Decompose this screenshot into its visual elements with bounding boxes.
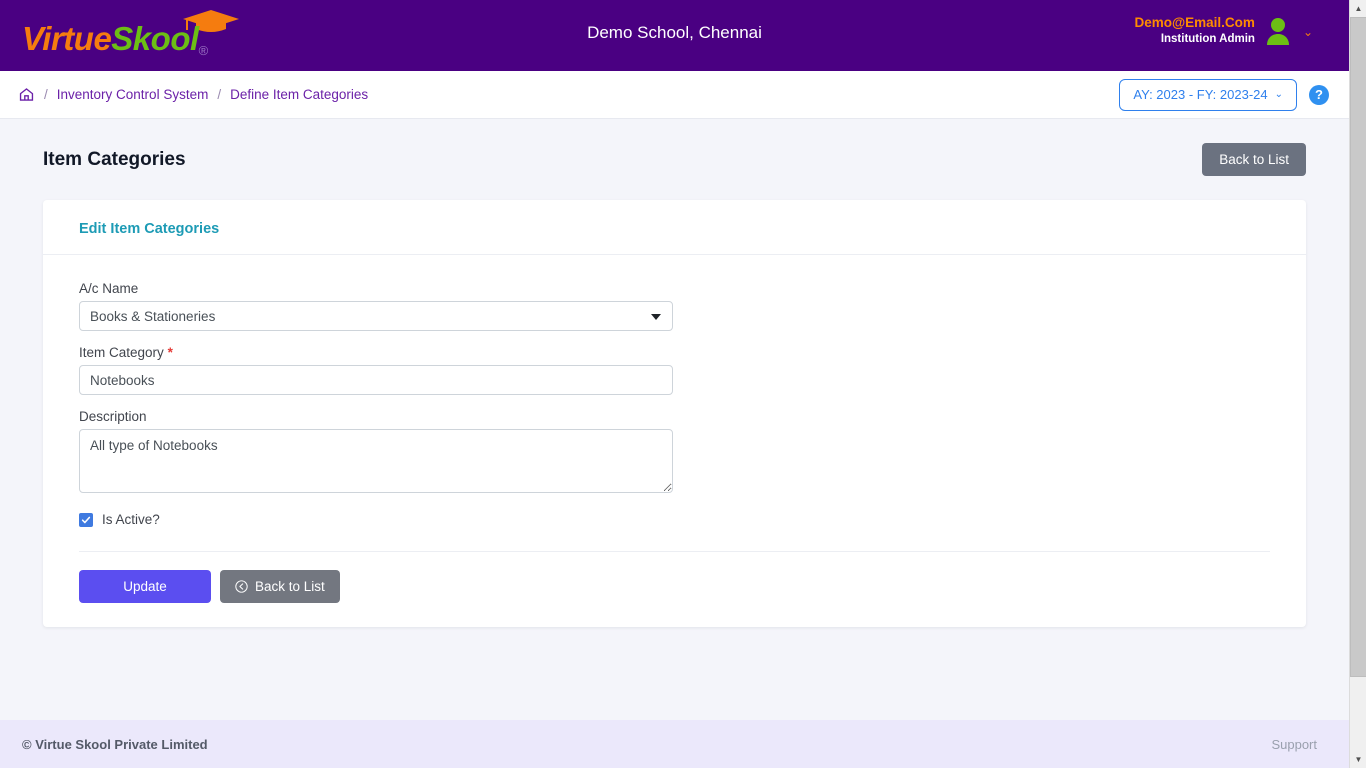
app-viewport: VirtueSkool® Demo School, Chennai Demo@E…	[0, 0, 1366, 768]
item-category-label: Item Category *	[79, 345, 1270, 360]
footer-bar: © Virtue Skool Private Limited Support	[0, 720, 1349, 768]
check-icon	[81, 516, 91, 523]
back-to-list-top-button[interactable]: Back to List	[1202, 143, 1306, 176]
vertical-scrollbar[interactable]: ▲ ▼	[1349, 0, 1366, 768]
page-title: Item Categories	[43, 148, 186, 170]
user-role: Institution Admin	[1160, 33, 1255, 46]
main-content: Item Categories Back to List Edit Item C…	[0, 119, 1349, 720]
is-active-row: Is Active?	[79, 512, 1270, 527]
back-to-list-button[interactable]: Back to List	[220, 570, 340, 603]
user-info: Demo@Email.Com Institution Admin	[1134, 14, 1254, 48]
is-active-label: Is Active?	[102, 512, 160, 527]
card-body: A/c Name Item Category * Description All…	[43, 255, 1306, 535]
breadcrumb-item-inventory-control-system[interactable]: Inventory Control System	[57, 87, 209, 102]
card-header: Edit Item Categories	[43, 200, 1306, 255]
item-category-input[interactable]	[79, 365, 673, 395]
back-to-list-label: Back to List	[255, 579, 325, 594]
breadcrumb-separator: /	[44, 87, 48, 102]
user-email: Demo@Email.Com	[1134, 15, 1255, 30]
registered-mark: ®	[198, 43, 209, 58]
footer-copyright: © Virtue Skool Private Limited	[22, 736, 208, 752]
required-marker: *	[167, 345, 173, 360]
field-ac-name: A/c Name	[79, 281, 1270, 331]
description-textarea[interactable]: All type of Notebooks	[79, 429, 673, 493]
breadcrumb: / Inventory Control System / Define Item…	[18, 86, 368, 103]
card-actions: Update Back to List	[43, 552, 1306, 627]
field-item-category: Item Category *	[79, 345, 1270, 395]
brand-name-skool: Skool	[111, 20, 199, 57]
academic-year-selector[interactable]: AY: 2023 - FY: 2023-24 ⌄	[1119, 78, 1297, 111]
chevron-down-icon[interactable]: ⌄	[1303, 25, 1313, 39]
ac-name-select-wrapper	[79, 301, 673, 331]
brand-name-virtue: Virtue	[22, 20, 112, 57]
help-circle-icon[interactable]: ?	[1309, 84, 1329, 105]
ac-name-select[interactable]	[79, 301, 673, 331]
brand-wordmark: VirtueSkool®	[22, 20, 208, 58]
user-menu[interactable]: Demo@Email.Com Institution Admin ⌄	[1134, 14, 1313, 48]
scroll-down-arrow-icon[interactable]: ▼	[1350, 751, 1366, 768]
chevron-down-icon: ⌄	[1274, 88, 1283, 100]
scroll-up-arrow-icon[interactable]: ▲	[1350, 0, 1366, 17]
academic-year-label: AY: 2023 - FY: 2023-24	[1133, 86, 1268, 102]
breadcrumb-bar: / Inventory Control System / Define Item…	[0, 71, 1349, 119]
top-header-bar: VirtueSkool® Demo School, Chennai Demo@E…	[0, 0, 1349, 71]
page-root: VirtueSkool® Demo School, Chennai Demo@E…	[0, 0, 1349, 768]
item-category-label-text: Item Category	[79, 345, 164, 360]
user-avatar-icon[interactable]	[1265, 17, 1291, 45]
breadcrumb-item-define-item-categories[interactable]: Define Item Categories	[230, 87, 368, 102]
breadcrumb-actions: AY: 2023 - FY: 2023-24 ⌄ ?	[1119, 78, 1329, 111]
update-button[interactable]: Update	[79, 570, 211, 603]
home-icon[interactable]	[18, 86, 35, 103]
footer-support-link[interactable]: Support	[1271, 737, 1317, 752]
scrollbar-thumb[interactable]	[1350, 17, 1366, 677]
edit-item-category-card: Edit Item Categories A/c Name Item Categ…	[43, 200, 1306, 627]
is-active-checkbox[interactable]	[79, 512, 93, 527]
ac-name-label: A/c Name	[79, 281, 139, 296]
brand-logo[interactable]: VirtueSkool®	[22, 8, 272, 63]
card-title: Edit Item Categories	[79, 221, 220, 237]
description-label: Description	[79, 409, 147, 424]
field-description: Description All type of Notebooks	[79, 409, 1270, 498]
page-header: Item Categories Back to List	[43, 143, 1306, 176]
breadcrumb-separator: /	[217, 87, 222, 102]
circle-left-arrow-icon	[235, 580, 248, 593]
